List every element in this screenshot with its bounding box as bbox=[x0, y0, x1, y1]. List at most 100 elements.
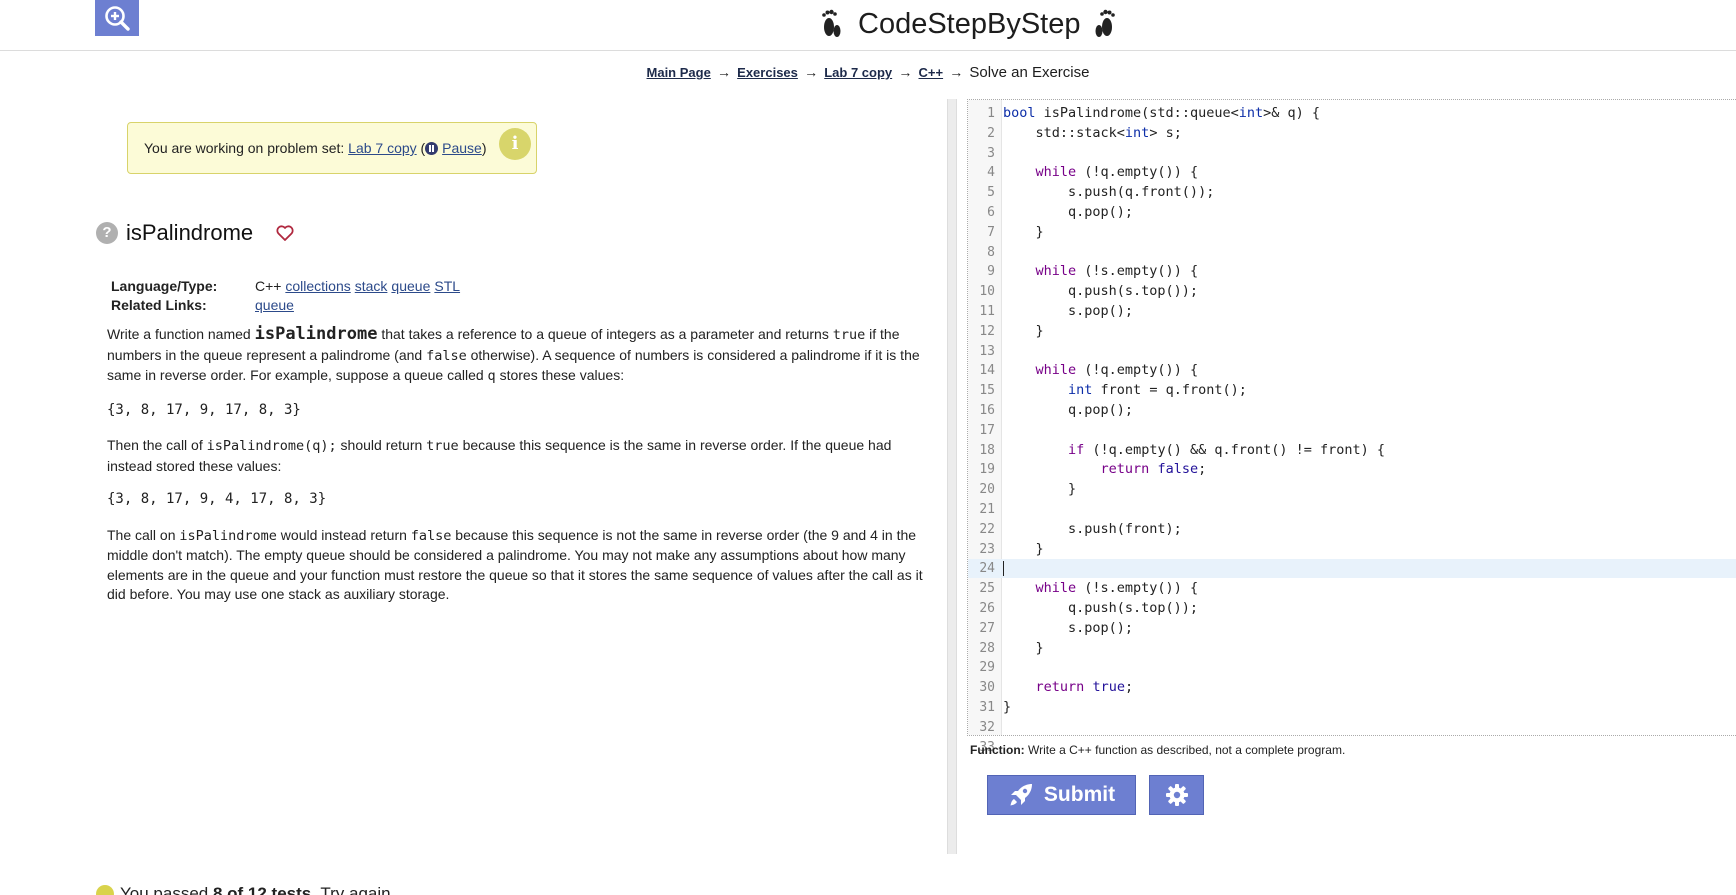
breadcrumb-exercises[interactable]: Exercises bbox=[737, 65, 798, 80]
code-line[interactable]: 10 q.push(s.top()); bbox=[968, 282, 1736, 301]
related-link[interactable]: queue bbox=[255, 297, 294, 313]
code-line[interactable]: 19 return false; bbox=[968, 460, 1736, 479]
code-text[interactable]: s.push(front); bbox=[1003, 520, 1182, 539]
code-text[interactable]: s.pop(); bbox=[1003, 302, 1133, 321]
code-text[interactable]: int front = q.front(); bbox=[1003, 381, 1247, 400]
code-text[interactable]: } bbox=[1003, 639, 1044, 658]
line-number: 11 bbox=[979, 304, 995, 319]
code-text[interactable]: while (!s.empty()) { bbox=[1003, 262, 1199, 281]
code-line[interactable]: 23 } bbox=[968, 540, 1736, 559]
line-number: 10 bbox=[979, 284, 995, 300]
code-line[interactable]: 21 bbox=[968, 500, 1736, 519]
code-text[interactable]: while (!s.empty()) { bbox=[1003, 579, 1199, 598]
code-line[interactable]: 16 q.pop(); bbox=[968, 401, 1736, 420]
code-text[interactable]: if (!q.empty() && q.front() != front) { bbox=[1003, 441, 1385, 460]
line-number: 8 bbox=[987, 244, 995, 260]
code-line[interactable]: 28 } bbox=[968, 639, 1736, 658]
code-line[interactable]: 5 s.push(q.front()); bbox=[968, 183, 1736, 202]
description-paragraph: Then the call of isPalindrome(q); should… bbox=[107, 437, 892, 474]
tag-link[interactable]: collections bbox=[285, 278, 350, 294]
code-line[interactable]: 11 s.pop(); bbox=[968, 302, 1736, 321]
code-text[interactable]: } bbox=[1003, 480, 1076, 499]
code-text[interactable]: q.push(s.top()); bbox=[1003, 282, 1198, 301]
settings-button[interactable] bbox=[1149, 775, 1204, 815]
zoom-in-button[interactable] bbox=[95, 0, 139, 36]
notice-text: You are working on problem set: bbox=[144, 140, 345, 156]
code-text[interactable]: q.pop(); bbox=[1003, 203, 1133, 222]
code-line[interactable]: 12 } bbox=[968, 322, 1736, 341]
tag-link[interactable]: stack bbox=[355, 278, 388, 294]
code-line[interactable]: 29 bbox=[968, 658, 1736, 677]
line-number: 9 bbox=[987, 264, 995, 280]
heart-icon[interactable] bbox=[275, 223, 295, 243]
code-line[interactable]: 7 } bbox=[968, 223, 1736, 242]
code-line[interactable]: 26 q.push(s.top()); bbox=[968, 599, 1736, 618]
tag-link[interactable]: STL bbox=[434, 278, 460, 294]
line-number: 26 bbox=[979, 601, 995, 616]
problem-description: Write a function named isPalindrome that… bbox=[107, 324, 937, 619]
breadcrumb-lab[interactable]: Lab 7 copy bbox=[824, 65, 892, 80]
code-text[interactable]: s.push(q.front()); bbox=[1003, 183, 1214, 202]
submit-button[interactable]: Submit bbox=[987, 775, 1136, 815]
gear-icon bbox=[1165, 784, 1188, 806]
breadcrumb-cpp[interactable]: C++ bbox=[919, 65, 944, 80]
code-line[interactable]: 1 bool isPalindrome(std::queue<int>& q) { bbox=[968, 104, 1736, 123]
code-line[interactable]: 18 if (!q.empty() && q.front() != front)… bbox=[968, 441, 1736, 460]
code-line[interactable]: 20 } bbox=[968, 480, 1736, 499]
code-text[interactable]: s.pop(); bbox=[1003, 619, 1133, 638]
line-number: 31 bbox=[979, 700, 995, 715]
breadcrumb-separator: → bbox=[898, 64, 913, 80]
code-line[interactable]: 17 bbox=[968, 421, 1736, 440]
code-text[interactable]: } bbox=[1003, 698, 1011, 717]
code-line[interactable]: 31} bbox=[968, 698, 1736, 717]
code-text[interactable]: return true; bbox=[1003, 678, 1134, 697]
pane-splitter[interactable] bbox=[947, 99, 957, 854]
breadcrumb-separator: → bbox=[949, 64, 964, 80]
code-line[interactable]: 3 bbox=[968, 144, 1736, 163]
code-text[interactable]: q.push(s.top()); bbox=[1003, 599, 1198, 618]
code-line[interactable]: 6 q.pop(); bbox=[968, 203, 1736, 222]
info-icon[interactable]: i bbox=[499, 128, 531, 160]
code-text[interactable]: return false; bbox=[1003, 460, 1207, 479]
code-line[interactable]: 8 bbox=[968, 243, 1736, 262]
line-number: 20 bbox=[979, 482, 995, 498]
code-line[interactable]: 27 s.pop(); bbox=[968, 619, 1736, 638]
line-number: 4 bbox=[987, 165, 995, 181]
code-line[interactable]: 9 while (!s.empty()) { bbox=[968, 262, 1736, 281]
line-number: 23 bbox=[979, 541, 995, 557]
help-icon[interactable]: ? bbox=[96, 222, 118, 244]
code-line[interactable]: 25 while (!s.empty()) { bbox=[968, 579, 1736, 598]
code-text[interactable]: } bbox=[1003, 540, 1044, 559]
line-number: 1 bbox=[987, 106, 995, 121]
code-line[interactable]: 4 while (!q.empty()) { bbox=[968, 163, 1736, 182]
breadcrumb-main-page[interactable]: Main Page bbox=[647, 65, 711, 80]
code-line[interactable]: 30 return true; bbox=[968, 678, 1736, 697]
line-number: 16 bbox=[979, 403, 995, 418]
submit-label: Submit bbox=[1043, 783, 1116, 806]
code-line[interactable]: 22 s.push(front); bbox=[968, 520, 1736, 539]
code-text[interactable]: std::stack<int> s; bbox=[1003, 124, 1182, 143]
line-number: 21 bbox=[979, 502, 995, 517]
footprints-icon bbox=[1095, 9, 1116, 37]
code-line[interactable]: 14 while (!q.empty()) { bbox=[968, 361, 1736, 380]
problem-set-link[interactable]: Lab 7 copy bbox=[348, 140, 417, 156]
related-links-label: Related Links: bbox=[111, 297, 207, 313]
code-text[interactable]: } bbox=[1003, 223, 1044, 242]
code-line[interactable]: 2 std::stack<int> s; bbox=[968, 124, 1736, 143]
code-line[interactable]: 24 bbox=[968, 559, 1736, 579]
site-logo[interactable]: CodeStepByStep bbox=[820, 4, 1118, 44]
code-line[interactable]: 15 int front = q.front(); bbox=[968, 381, 1736, 400]
tag-link[interactable]: queue bbox=[391, 278, 430, 294]
code-text[interactable]: while (!q.empty()) { bbox=[1003, 361, 1199, 380]
line-number: 12 bbox=[979, 323, 995, 339]
code-text[interactable]: } bbox=[1003, 322, 1044, 341]
description-paragraph: Write a function named isPalindrome that… bbox=[107, 324, 920, 384]
results-text: You passed 8 of 12 tests. Try again. bbox=[120, 884, 396, 895]
code-text[interactable]: bool isPalindrome(std::queue<int>& q) { bbox=[1003, 104, 1320, 123]
code-text[interactable]: q.pop(); bbox=[1003, 401, 1133, 420]
code-editor[interactable]: 1 bool isPalindrome(std::queue<int>& q) {… bbox=[967, 99, 1736, 755]
pause-link[interactable]: Pause bbox=[442, 140, 482, 156]
code-text[interactable]: while (!q.empty()) { bbox=[1003, 163, 1199, 182]
code-line[interactable]: 13 bbox=[968, 342, 1736, 361]
code-line[interactable]: 32 bbox=[968, 718, 1736, 737]
